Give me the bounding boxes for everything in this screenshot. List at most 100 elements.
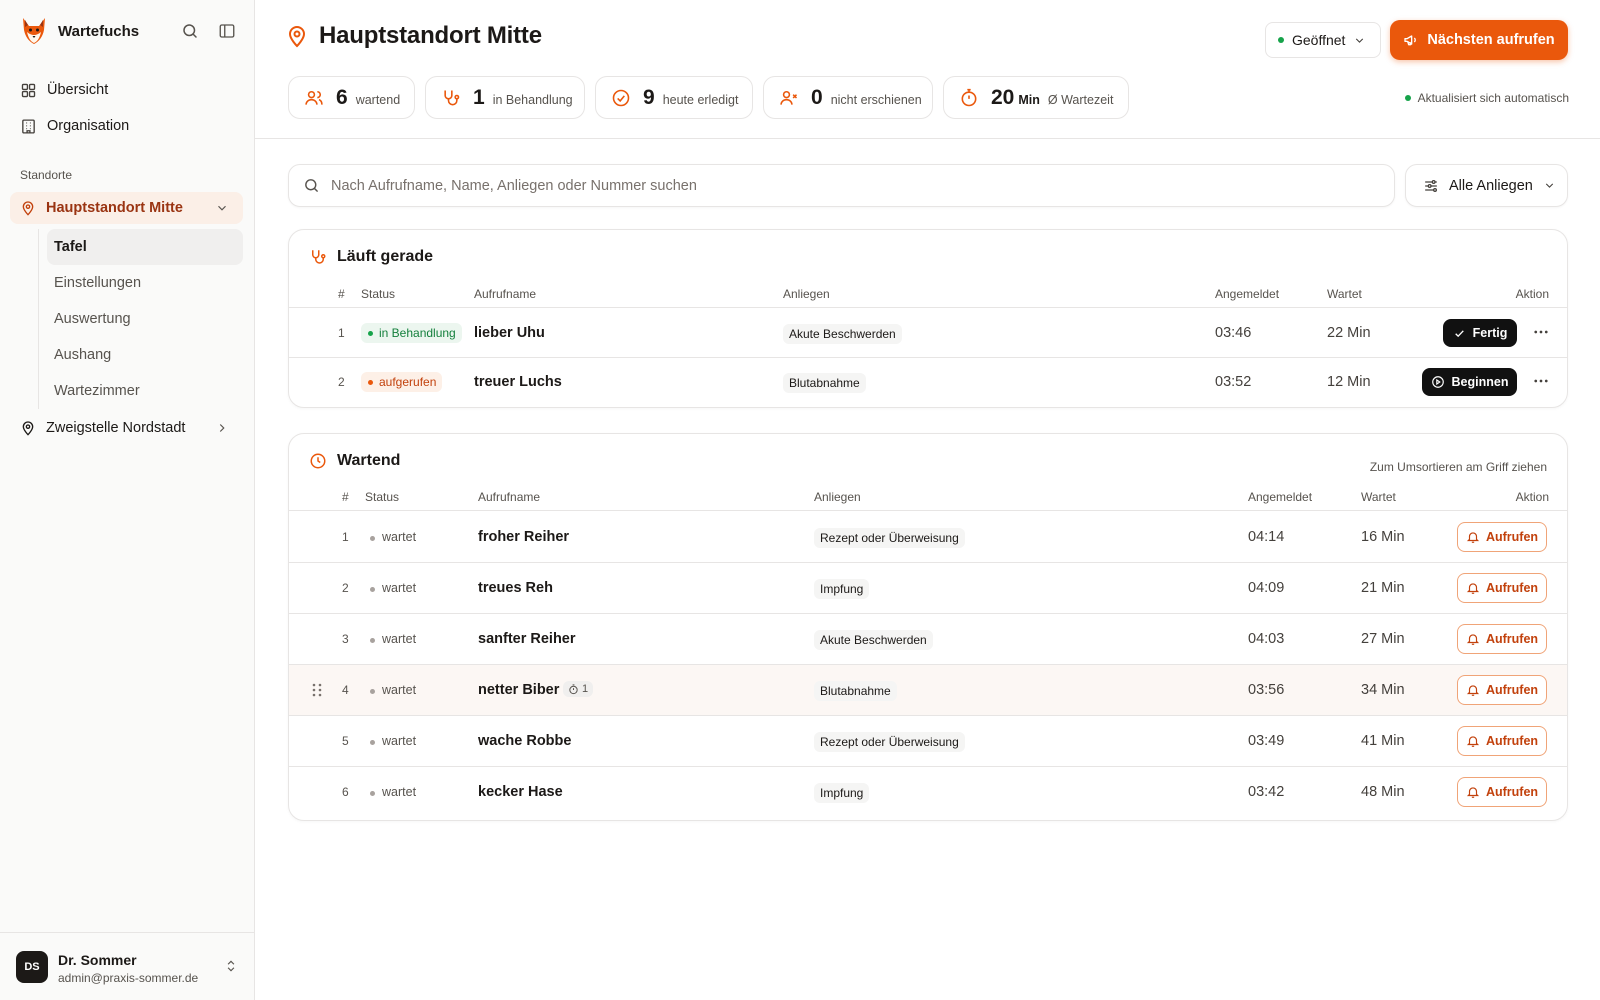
col-registered: Angemeldet [1248, 490, 1313, 504]
stat-value: 6 [336, 85, 348, 109]
stethoscope-icon [312, 250, 326, 264]
search-input[interactable] [331, 177, 1331, 194]
call-button[interactable]: Aufrufen [1457, 624, 1547, 654]
col-action: Aktion [1515, 287, 1549, 301]
registered-time: 03:52 [1215, 374, 1252, 390]
chevron-down-icon [1356, 37, 1364, 43]
bell-icon [1466, 634, 1480, 645]
nav-item-uebersicht[interactable]: Übersicht [20, 78, 108, 102]
auto-refresh-indicator: Aktualisiert sich automatisch [1404, 91, 1569, 105]
sidebar: Wartefuchs Übersicht Organisation Stando… [0, 0, 255, 1000]
open-status-dropdown[interactable]: Geöffnet [1265, 22, 1381, 58]
finish-button[interactable]: Fertig [1443, 319, 1517, 347]
location-label: Zweigstelle Nordstadt [46, 420, 186, 436]
check-icon [1454, 329, 1464, 337]
row-number: 6 [342, 785, 349, 799]
call-button[interactable]: Aufrufen [1457, 573, 1547, 603]
wait-duration: 16 Min [1361, 529, 1405, 545]
nav-item-label: Übersicht [47, 82, 109, 98]
call-count: 1 [582, 683, 589, 695]
location-subnav: Tafel Einstellungen Auswertung Aushang W… [38, 229, 243, 409]
active-card-title: Läuft gerade [309, 248, 433, 266]
table-row[interactable]: 1 in Behandlung lieber Uhu Akute Beschwe… [289, 309, 1567, 358]
col-waits: Wartet [1327, 287, 1362, 301]
call-name: treuer Luchs [474, 374, 562, 390]
table-row[interactable]: 1 wartet froher Reiher Rezept oder Überw… [289, 512, 1567, 563]
call-button[interactable]: Aufrufen [1457, 777, 1547, 807]
search-icon[interactable] [181, 22, 201, 42]
call-next-button[interactable]: Nächsten aufrufen [1390, 20, 1568, 60]
more-options-icon[interactable] [1532, 372, 1552, 392]
subnav-item-wartezimmer[interactable]: Wartezimmer [47, 373, 243, 409]
stat-label: in Behandlung [492, 92, 573, 107]
subnav-item-auswertung[interactable]: Auswertung [47, 301, 243, 337]
drag-handle-icon[interactable] [311, 682, 323, 698]
col-status: Status [361, 287, 396, 301]
waiting-card-title-text: Wartend [337, 452, 401, 469]
nav-item-organisation[interactable]: Organisation [20, 114, 129, 138]
fox-logo-icon [23, 18, 45, 44]
concern-tag: Rezept oder Überweisung [814, 732, 965, 752]
subnav-item-einstellungen[interactable]: Einstellungen [47, 265, 243, 301]
begin-label: Beginnen [1451, 375, 1509, 389]
call-button[interactable]: Aufrufen [1457, 726, 1547, 756]
map-pin-icon [288, 26, 306, 48]
call-button[interactable]: Aufrufen [1457, 675, 1547, 705]
status-label: wartet [370, 683, 416, 697]
status-dot [1278, 37, 1284, 43]
avatar: DS [16, 951, 48, 983]
wait-duration: 22 Min [1327, 325, 1371, 341]
col-num: # [338, 287, 345, 301]
registered-time: 04:14 [1248, 529, 1285, 545]
status-label: wartet [370, 530, 416, 544]
location-hauptstandort-mitte[interactable]: Hauptstandort Mitte [10, 192, 243, 224]
table-row[interactable]: 6 wartet kecker Hase Impfung 03:42 48 Mi… [289, 767, 1567, 818]
sidebar-toggle-icon[interactable] [218, 22, 238, 42]
waiting-card: Wartend Zum Umsortieren am Griff ziehen … [288, 433, 1568, 821]
stat-label: wartend [355, 92, 401, 107]
begin-button[interactable]: Beginnen [1422, 368, 1517, 396]
map-pin-icon [22, 421, 34, 436]
call-name: sanfter Reiher [478, 631, 576, 647]
call-label: Aufrufen [1485, 530, 1539, 544]
subnav-item-aushang[interactable]: Aushang [47, 337, 243, 373]
registered-time: 03:42 [1248, 784, 1285, 800]
building-icon [22, 118, 35, 134]
call-name: lieber Uhu [474, 325, 545, 341]
stat-value: 1 [473, 85, 485, 109]
page-title: Hauptstandort Mitte [285, 22, 542, 50]
table-row[interactable]: 4 wartet netter Biber 1 Blutabnahme 03:5… [289, 665, 1567, 716]
table-row[interactable]: 5 wartet wache Robbe Rezept oder Überwei… [289, 716, 1567, 767]
clock-icon [310, 453, 326, 469]
status-badge: aufgerufen [361, 372, 443, 392]
table-row[interactable]: 2 aufgerufen treuer Luchs Blutabnahme 03… [289, 358, 1567, 407]
chevrons-up-down-icon[interactable] [224, 959, 238, 973]
brand[interactable]: Wartefuchs [20, 16, 139, 46]
call-count-badge: 1 [563, 681, 594, 697]
more-options-icon[interactable] [1532, 323, 1552, 343]
subnav-item-tafel[interactable]: Tafel [47, 229, 243, 265]
status-label: wartet [370, 734, 416, 748]
waiting-table-header: # Status Aufrufname Anliegen Angemeldet … [289, 481, 1567, 511]
location-zweigstelle-nordstadt[interactable]: Zweigstelle Nordstadt [10, 412, 243, 444]
search-bar [288, 164, 1395, 207]
row-number: 1 [342, 530, 349, 544]
col-num: # [342, 490, 349, 504]
reorder-hint: Zum Umsortieren am Griff ziehen [1369, 460, 1547, 474]
call-label: Aufrufen [1485, 581, 1539, 595]
col-waits: Wartet [1361, 490, 1396, 504]
check-circle-icon [612, 89, 630, 106]
concern-tag: Akute Beschwerden [814, 630, 933, 650]
status-label: wartet [370, 785, 416, 799]
concern-tag: Impfung [814, 783, 870, 803]
concern-tag: Blutabnahme [783, 373, 866, 393]
concern-filter-dropdown[interactable]: Alle Anliegen [1405, 164, 1568, 207]
registered-time: 04:09 [1248, 580, 1285, 596]
col-action: Aktion [1515, 490, 1549, 504]
user-menu[interactable]: DS Dr. Sommer admin@praxis-sommer.de [0, 932, 254, 1000]
bell-icon [1466, 736, 1480, 747]
wait-duration: 41 Min [1361, 733, 1405, 749]
table-row[interactable]: 2 wartet treues Reh Impfung 04:09 21 Min… [289, 563, 1567, 614]
table-row[interactable]: 3 wartet sanfter Reiher Akute Beschwerde… [289, 614, 1567, 665]
call-button[interactable]: Aufrufen [1457, 522, 1547, 552]
